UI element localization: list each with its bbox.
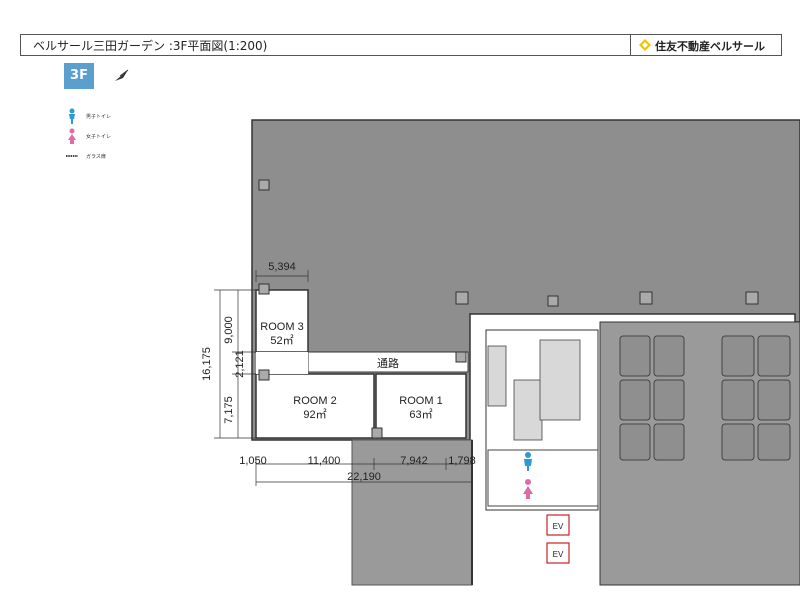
elevator-label: EV bbox=[553, 522, 564, 531]
storage-unit bbox=[619, 335, 651, 377]
storage-unit bbox=[721, 379, 755, 421]
toilet-area bbox=[487, 449, 599, 507]
column bbox=[455, 351, 467, 363]
storage-unit bbox=[653, 335, 685, 377]
column bbox=[258, 283, 270, 295]
dim-top-width: 5,394 bbox=[268, 261, 296, 273]
storage-unit bbox=[619, 379, 651, 421]
room-2-area: 92㎡ bbox=[303, 408, 326, 421]
storage-unit bbox=[721, 335, 755, 377]
storage-unit bbox=[619, 423, 651, 461]
storage-unit bbox=[653, 379, 685, 421]
corridor-label: 通路 bbox=[377, 357, 399, 370]
column bbox=[371, 427, 383, 439]
elevator-label: EV bbox=[553, 550, 564, 559]
room-2-name: ROOM 2 bbox=[293, 395, 336, 407]
dim-bottom-b: 11,400 bbox=[308, 455, 341, 467]
room-3-area: 52㎡ bbox=[270, 334, 293, 347]
room-1-name: ROOM 1 bbox=[399, 395, 442, 407]
room-3-name: ROOM 3 bbox=[260, 321, 303, 333]
dim-bottom-total: 22,190 bbox=[347, 471, 381, 483]
column bbox=[258, 369, 270, 381]
column bbox=[547, 295, 559, 307]
floor-plan: EV EV ROOM 3 52㎡ ROOM 2 92㎡ ROOM 1 63㎡ 通… bbox=[201, 119, 800, 586]
room-1-area: 63㎡ bbox=[409, 408, 432, 421]
column bbox=[745, 291, 759, 305]
dim-vertical-total: 16,175 bbox=[201, 347, 213, 381]
storage-unit bbox=[757, 379, 791, 421]
dim-vertical-corridor: 2,121 bbox=[234, 350, 246, 378]
storage-unit bbox=[757, 423, 791, 461]
dim-vertical-room3: 9,000 bbox=[223, 316, 235, 344]
dim-bottom-a: 1,050 bbox=[239, 455, 267, 467]
storage-unit bbox=[757, 335, 791, 377]
dim-bottom-c: 7,942 bbox=[400, 455, 428, 467]
storage-unit bbox=[721, 423, 755, 461]
dim-bottom-d: 1,798 bbox=[448, 455, 476, 467]
column bbox=[639, 291, 653, 305]
dim-vertical-rooms12: 7,175 bbox=[223, 396, 235, 424]
column bbox=[455, 291, 469, 305]
storage-unit bbox=[653, 423, 685, 461]
column bbox=[258, 179, 270, 191]
